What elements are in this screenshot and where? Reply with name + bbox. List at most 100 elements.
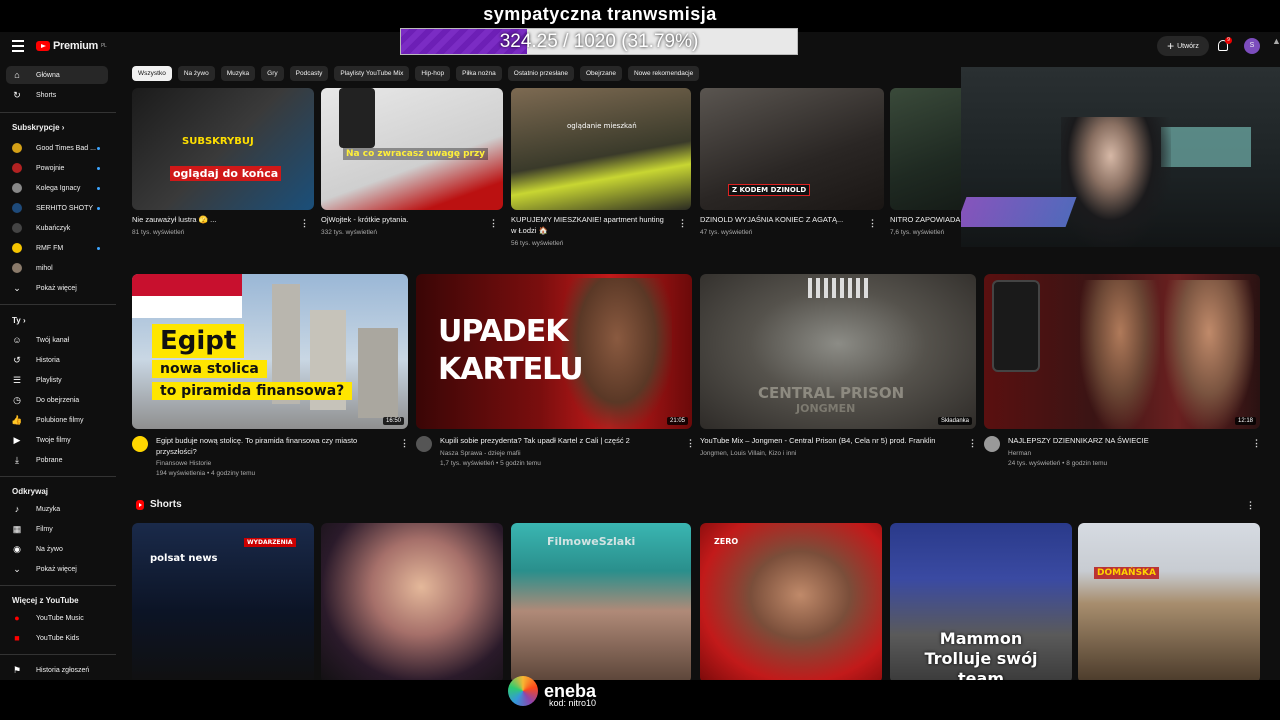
sidebar-item-watch-later[interactable]: ◷ Do obejrzenia xyxy=(6,391,108,409)
hamburger-menu-icon[interactable] xyxy=(12,40,24,52)
short-label: polsat news xyxy=(150,553,218,564)
video-thumbnail[interactable]: Z KODEM DZINOLD xyxy=(700,88,884,210)
short-thumbnail[interactable]: ZERO xyxy=(700,523,882,680)
more-options-icon[interactable]: ⋮ xyxy=(968,438,977,449)
monitor-light xyxy=(1161,127,1251,167)
logo-region: PL xyxy=(100,43,107,49)
video-thumbnail[interactable]: SUBSKRYBUJ oglądaj do końca xyxy=(132,88,314,210)
sidebar-item-subscription[interactable]: Kolega Ignacy xyxy=(6,179,108,197)
short-thumbnail[interactable] xyxy=(321,523,503,680)
channel-name[interactable]: Jongmen, Louis Villain, Kizo i inni xyxy=(700,449,796,458)
chip[interactable]: Muzyka xyxy=(220,66,256,81)
you-heading[interactable]: Ty › xyxy=(12,316,26,325)
thumbnail-text: JONGMEN xyxy=(796,402,856,415)
sidebar-item-subscription[interactable]: RMF FM xyxy=(6,239,108,257)
sidebar-item-subscription[interactable]: Good Times Bad ... xyxy=(6,139,108,157)
sidebar-item-subscription[interactable]: mihol xyxy=(6,259,108,277)
sidebar-explore-more[interactable]: ⌄ Pokaż więcej xyxy=(6,560,108,578)
sidebar-item-your-channel[interactable]: ☺ Twój kanał xyxy=(6,331,108,349)
film-icon: ▦ xyxy=(12,523,22,534)
create-button[interactable]: + Utwórz xyxy=(1157,36,1209,56)
sidebar-item-youtube-music[interactable]: ● YouTube Music xyxy=(6,609,108,627)
portrait-shape xyxy=(1164,280,1254,429)
channel-avatar[interactable] xyxy=(132,436,148,452)
video-title[interactable]: DZINOLD WYJAŚNIA KONIEC Z AGATĄ... xyxy=(700,215,843,225)
chip[interactable]: Hip-hop xyxy=(415,66,451,81)
channel-name[interactable]: Nasza Sprawa - dzieje mafii xyxy=(440,449,521,458)
short-thumbnail[interactable]: FilmoweSzlaki xyxy=(511,523,691,680)
chip[interactable]: Na żywo xyxy=(177,66,215,81)
sidebar-item-music[interactable]: ♪ Muzyka xyxy=(6,500,108,518)
video-title[interactable]: OjWojtek - krótkie pytania. xyxy=(321,215,408,225)
logo-text: Premium xyxy=(53,40,98,52)
sidebar-item-downloads[interactable]: ⤓ Pobrane xyxy=(6,451,108,469)
video-thumbnail[interactable]: 12:18 xyxy=(984,274,1260,429)
sidebar-item-movies[interactable]: ▦ Filmy xyxy=(6,520,108,538)
video-thumbnail[interactable]: CENTRAL PRISON JONGMEN Składanka xyxy=(700,274,976,429)
thumbnail-text: oglądaj do końca xyxy=(170,166,282,181)
chip[interactable]: Gry xyxy=(261,66,284,81)
sidebar-item-your-videos[interactable]: ▶ Twoje filmy xyxy=(6,431,108,449)
channel-name[interactable]: Finansowe Historie xyxy=(156,459,211,468)
youtube-music-icon: ● xyxy=(14,613,20,623)
video-meta: 1,7 tys. wyświetleń • 5 godzin temu xyxy=(440,460,541,467)
video-title[interactable]: Egipt buduje nową stolicę. To piramida f… xyxy=(156,436,357,446)
subscriptions-heading[interactable]: Subskrypcje › xyxy=(12,123,64,132)
chip[interactable]: Nowe rekomendacje xyxy=(627,66,700,81)
short-thumbnail[interactable]: polsat news WYDARZENIA xyxy=(132,523,314,680)
video-title[interactable]: KUPUJEMY MIESZKANIE! apartment hunting xyxy=(511,215,664,225)
video-thumbnail[interactable]: Na co zwracasz uwagę przy xyxy=(321,88,503,210)
video-meta: 194 wyświetlenia • 4 godziny temu xyxy=(156,470,256,477)
more-options-icon[interactable]: ⋮ xyxy=(678,218,687,229)
chip[interactable]: Ostatnio przesłane xyxy=(507,66,574,81)
sidebar-item-liked[interactable]: 👍 Polubione filmy xyxy=(6,411,108,429)
chip[interactable]: Piłka nożna xyxy=(456,66,502,81)
video-title[interactable]: Nie zauważył lustra 🫣 ... xyxy=(132,215,216,225)
more-options-icon[interactable]: ⋮ xyxy=(1252,438,1261,449)
chip[interactable]: Obejrzane xyxy=(579,66,622,81)
short-thumbnail[interactable]: DOMAŃSKA xyxy=(1078,523,1260,680)
video-title[interactable]: NAJLEPSZY DZIENNIKARZ NA ŚWIECIE xyxy=(1008,436,1149,446)
sidebar-item-shorts[interactable]: ↻ Shorts xyxy=(6,86,108,104)
video-thumbnail[interactable]: oglądanie mieszkań xyxy=(511,88,691,210)
more-options-icon[interactable]: ⋮ xyxy=(489,218,498,229)
more-options-icon[interactable]: ⋮ xyxy=(868,218,877,229)
sidebar-item-home[interactable]: ⌂ Główna xyxy=(6,66,108,84)
video-thumbnail[interactable]: UPADEK KARTELU 21:05 xyxy=(416,274,692,429)
sidebar-item-report-history[interactable]: ⚑ Historia zgłoszeń xyxy=(6,661,108,679)
video-title[interactable]: Kupili sobie prezydenta? Tak upadł Karte… xyxy=(440,436,630,446)
sidebar-item-subscription[interactable]: Powojnie xyxy=(6,159,108,177)
plus-icon: + xyxy=(1167,39,1175,53)
sidebar: ⌂ Główna ↻ Shorts Subskrypcje › Good Times… xyxy=(0,60,116,680)
youtube-premium-logo[interactable]: Premium PL xyxy=(36,40,107,52)
video-title[interactable]: NITRO ZAPOWIADA xyxy=(890,215,960,225)
channel-name[interactable]: Herman xyxy=(1008,449,1031,458)
account-avatar[interactable]: S xyxy=(1244,38,1260,54)
video-thumbnail[interactable]: Egipt nowa stolica to piramida finansowa… xyxy=(132,274,408,429)
more-options-icon[interactable]: ⋮ xyxy=(686,438,695,449)
sidebar-item-playlists[interactable]: ☰ Playlisty xyxy=(6,371,108,389)
video-meta: 24 tys. wyświetleń • 8 godzin temu xyxy=(1008,460,1108,467)
shorts-icon: ↻ xyxy=(13,89,21,100)
channel-avatar xyxy=(12,263,22,273)
sponsor-code: kod: nitro10 xyxy=(549,698,597,708)
sidebar-item-subscription[interactable]: Kubańczyk xyxy=(6,219,108,237)
portrait-shape xyxy=(1080,280,1160,429)
sidebar-show-more[interactable]: ⌄ Pokaż więcej xyxy=(6,279,108,297)
chip[interactable]: Wszystko xyxy=(132,66,172,81)
video-title[interactable]: YouTube Mix – Jongmen - Central Prison (… xyxy=(700,436,935,446)
chip[interactable]: Playlisty YouTube Mix xyxy=(334,66,410,81)
more-options-icon[interactable]: ⋮ xyxy=(1246,500,1255,511)
chip[interactable]: Podcasty xyxy=(289,66,329,81)
sidebar-item-history[interactable]: ↺ Historia xyxy=(6,351,108,369)
channel-avatar[interactable] xyxy=(984,436,1000,452)
sidebar-item-subscription[interactable]: SERHITO SHOTY xyxy=(6,199,108,217)
sidebar-item-youtube-kids[interactable]: ■ YouTube Kids xyxy=(6,629,108,647)
scroll-up-arrow-icon[interactable]: ▲ xyxy=(1272,36,1280,56)
chevron-down-icon: ⌄ xyxy=(13,563,21,574)
channel-avatar[interactable] xyxy=(416,436,432,452)
short-thumbnail[interactable]: Mammon Trolluje swój team xyxy=(890,523,1072,680)
more-options-icon[interactable]: ⋮ xyxy=(300,218,309,229)
more-options-icon[interactable]: ⋮ xyxy=(400,438,409,449)
sidebar-item-live[interactable]: ◉ Na żywo xyxy=(6,540,108,558)
